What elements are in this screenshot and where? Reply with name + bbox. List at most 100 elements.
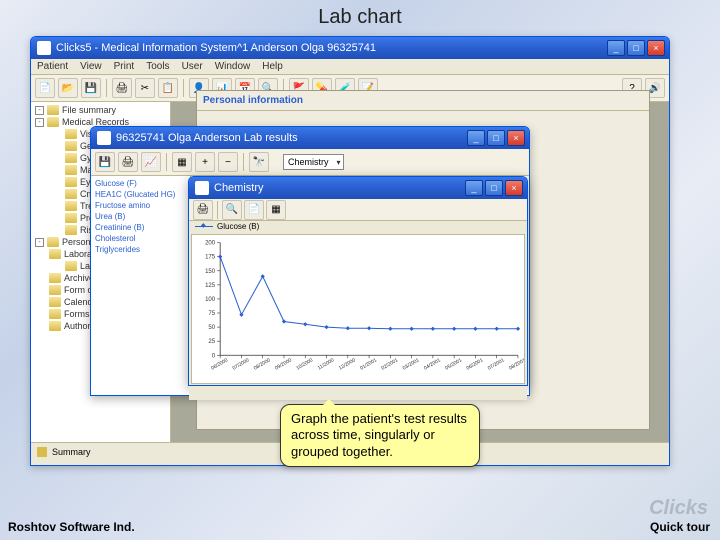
svg-text:05/2001: 05/2001 [444,357,463,371]
lab-tb-minus-icon[interactable]: − [218,152,238,172]
svg-text:100: 100 [205,297,216,303]
chart-legend: Glucose (B) [189,221,527,232]
maximize-button[interactable]: □ [627,40,645,56]
lab-test-item[interactable]: Fructose amino [93,200,188,211]
lab-test-item[interactable]: HEA1C (Glucated HG) [93,189,188,200]
footer-quicktour: Quick tour [650,520,710,534]
svg-text:02/2001: 02/2001 [380,357,399,371]
chart-footer [189,386,527,400]
expand-toggle-icon[interactable]: - [35,106,44,115]
legend-marker-icon [195,226,213,227]
lab-test-list[interactable]: Glucose (F)HEA1C (Glucated HG)Fructose a… [91,176,191,395]
chart-toolbar: 🖨 🔍 📄 ▦ [189,199,527,221]
lab-close-button[interactable]: × [507,130,525,146]
toolbar-copy-icon[interactable]: 📋 [158,78,178,98]
lab-title-text: 96325741 Olga Anderson Lab results [116,132,467,144]
chart-minimize-button[interactable]: _ [465,180,483,196]
menu-window[interactable]: Window [215,61,251,72]
svg-text:06/2000: 06/2000 [210,357,229,371]
footer-company: Roshtov Software Ind. [8,520,135,534]
svg-text:04/2001: 04/2001 [423,357,442,371]
lab-titlebar[interactable]: 96325741 Olga Anderson Lab results _ □ × [91,127,529,149]
lab-tb-plus-icon[interactable]: + [195,152,215,172]
menu-print[interactable]: Print [114,61,135,72]
svg-text:07/2001: 07/2001 [487,357,506,371]
main-titlebar[interactable]: Clicks5 - Medical Information System^1 A… [31,37,669,59]
menu-help[interactable]: Help [262,61,283,72]
menu-tools[interactable]: Tools [146,61,169,72]
toolbar-new-icon[interactable]: 📄 [35,78,55,98]
folder-icon [65,165,77,175]
lab-tb-chart-icon[interactable]: 📈 [141,152,161,172]
folder-icon [47,237,59,247]
toolbar-cut-icon[interactable]: ✂ [135,78,155,98]
svg-text:11/2000: 11/2000 [317,357,336,371]
svg-text:06/2001: 06/2001 [466,357,485,371]
lab-category-dropdown[interactable]: Chemistry [283,154,344,170]
chart-maximize-button[interactable]: □ [485,180,503,196]
folder-icon [65,189,77,199]
menu-patient[interactable]: Patient [37,61,68,72]
chart-tb-print-icon[interactable]: 🖨 [193,200,213,220]
folder-icon [49,249,61,259]
lab-tb-binoculars-icon[interactable]: 🔭 [249,152,269,172]
slide-title: Lab chart [0,0,720,33]
chart-window-icon [195,181,209,195]
folder-icon [65,129,77,139]
svg-text:08/2001: 08/2001 [508,357,524,371]
chart-tb-grid-icon[interactable]: ▦ [266,200,286,220]
svg-text:10/2000: 10/2000 [295,357,314,371]
svg-text:200: 200 [205,241,216,247]
chart-close-button[interactable]: × [505,180,523,196]
toolbar-separator [217,201,218,219]
chart-plot-area[interactable]: 025507510012515017520006/200007/200008/2… [191,234,525,384]
folder-icon [49,321,61,331]
folder-icon [47,117,59,127]
lab-test-item[interactable]: Cholesterol [93,233,188,244]
menu-user[interactable]: User [182,61,203,72]
app-icon [37,41,51,55]
svg-text:07/2000: 07/2000 [232,357,251,371]
chart-tb-page-icon[interactable]: 📄 [244,200,264,220]
chart-tb-zoom-icon[interactable]: 🔍 [222,200,242,220]
lab-minimize-button[interactable]: _ [467,130,485,146]
lab-test-item[interactable]: Creatinine (B) [93,222,188,233]
lab-test-item[interactable]: Triglycerides [93,244,188,255]
status-text: Summary [52,447,91,457]
folder-icon [47,105,59,115]
lab-maximize-button[interactable]: □ [487,130,505,146]
folder-icon [65,177,77,187]
status-icon [37,447,47,457]
svg-text:125: 125 [205,283,216,289]
folder-icon [65,261,77,271]
svg-text:150: 150 [205,269,216,275]
expand-toggle-icon[interactable]: - [35,118,44,127]
lab-tb-save-icon[interactable]: 💾 [95,152,115,172]
lab-icon [97,131,111,145]
toolbar-open-icon[interactable]: 📂 [58,78,78,98]
chart-titlebar[interactable]: Chemistry _ □ × [189,177,527,199]
lab-test-item[interactable]: Urea (B) [93,211,188,222]
close-button[interactable]: × [647,40,665,56]
lab-tb-print-icon[interactable]: 🖨 [118,152,138,172]
folder-icon [65,201,77,211]
toolbar-print-icon[interactable]: 🖨 [112,78,132,98]
line-chart: 025507510012515017520006/200007/200008/2… [192,235,524,383]
personal-info-header: Personal information [197,91,649,111]
menu-view[interactable]: View [80,61,102,72]
minimize-button[interactable]: _ [607,40,625,56]
folder-icon [49,297,61,307]
lab-tb-grid-icon[interactable]: ▦ [172,152,192,172]
svg-text:75: 75 [208,311,215,317]
toolbar-separator [106,79,107,97]
svg-text:50: 50 [208,325,215,331]
svg-text:03/2001: 03/2001 [402,357,421,371]
lab-test-item[interactable]: Glucose (F) [93,178,188,189]
svg-text:09/2000: 09/2000 [274,357,293,371]
expand-toggle-icon[interactable]: - [35,238,44,247]
tree-item[interactable]: -File summary [33,104,168,116]
main-title-text: Clicks5 - Medical Information System^1 A… [56,42,607,54]
toolbar-save-icon[interactable]: 💾 [81,78,101,98]
lab-toolbar: 💾 🖨 📈 ▦ + − 🔭 Chemistry [91,149,529,176]
toolbar-separator [243,153,244,171]
